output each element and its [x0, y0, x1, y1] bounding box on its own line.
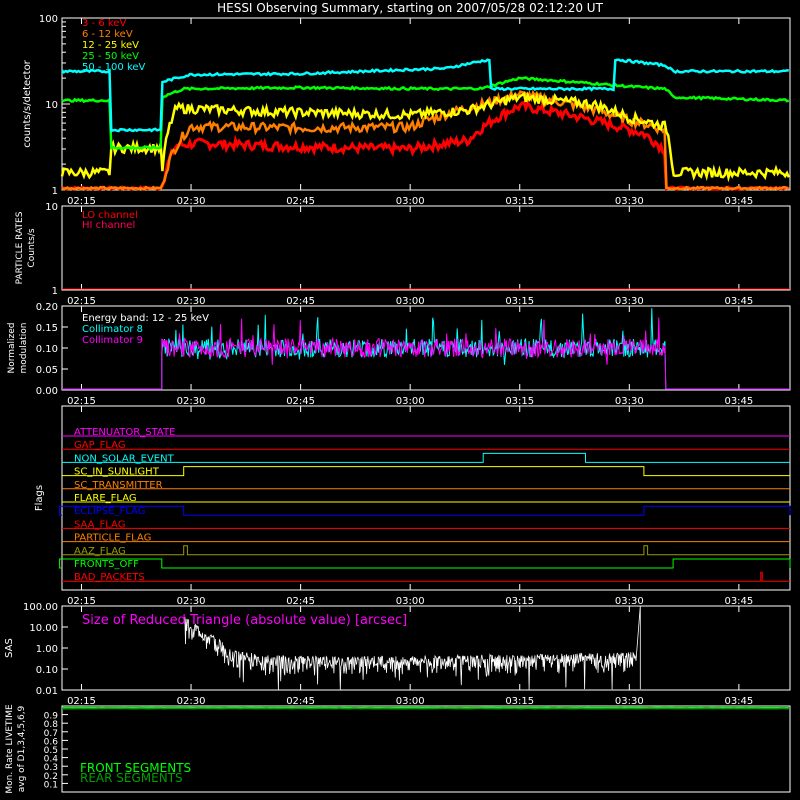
legend-entry: 12 - 25 keV [82, 40, 139, 51]
legend-entry: Collimator 8 [82, 324, 143, 335]
y-axis-label: avg of D1,3,4,5,6,9 [17, 705, 27, 792]
y-axis-label: Mon. Rate LIVETIME [5, 704, 15, 794]
x-tick-label: 02:15 [67, 396, 96, 407]
legend-entry: HI channel [82, 220, 135, 231]
y-tick-label: 0.10 [36, 665, 58, 676]
x-tick-label: 03:30 [615, 696, 644, 707]
y-tick-label: 0.01 [36, 686, 58, 697]
flag-label: PARTICLE_FLAG [74, 533, 151, 544]
y-tick-label: 10.00 [29, 623, 58, 634]
x-tick-label: 02:30 [177, 596, 206, 607]
flag-label: BAD_PACKETS [74, 572, 145, 583]
y-tick-label: 1 [52, 286, 58, 297]
x-tick-label: 03:00 [396, 396, 425, 407]
y-tick-label: 0.1 [44, 780, 58, 790]
x-tick-label: 02:30 [177, 296, 206, 307]
legend-entry: Collimator 9 [82, 335, 143, 346]
legend-entry: 50 - 100 keV [82, 62, 146, 73]
x-tick-label: 03:45 [724, 196, 753, 207]
x-tick-label: 03:15 [505, 696, 534, 707]
x-tick-label: 02:15 [67, 296, 96, 307]
y-axis-label: Flags [34, 485, 45, 511]
flag-label: NON_SOLAR_EVENT [74, 453, 175, 464]
flag-label: ECLIPSE_FLAG [74, 506, 145, 517]
x-tick-label: 03:00 [396, 696, 425, 707]
y-tick-label: 0.10 [36, 344, 58, 355]
y-tick-label: 10 [45, 202, 58, 213]
x-tick-label: 03:45 [724, 396, 753, 407]
y-axis-label: SAS [4, 638, 15, 658]
x-tick-label: 03:45 [724, 296, 753, 307]
x-tick-label: 03:15 [505, 596, 534, 607]
x-tick-label: 03:00 [396, 596, 425, 607]
x-tick-label: 02:30 [177, 196, 206, 207]
x-tick-label: 02:30 [177, 696, 206, 707]
x-tick-label: 02:45 [286, 396, 315, 407]
y-axis-label: modulation [19, 323, 29, 374]
y-tick-label: 0.15 [36, 323, 58, 334]
x-tick-label: 03:30 [615, 196, 644, 207]
y-axis-label: Normalized [7, 322, 17, 373]
x-tick-label: 03:30 [615, 596, 644, 607]
y-tick-label: 1.00 [36, 644, 58, 655]
x-tick-label: 02:15 [67, 696, 96, 707]
sas-annotation: Size of Reduced Triangle (absolute value… [82, 613, 407, 628]
flag-label: SC_IN_SUNLIGHT [74, 467, 160, 478]
x-tick-label: 02:30 [177, 396, 206, 407]
flag-label: ATTENUATOR_STATE [74, 427, 175, 438]
y-tick-label: 10 [45, 100, 58, 111]
y-tick-label: 0.00 [36, 386, 58, 397]
legend-entry: REAR SEGMENTS [80, 771, 183, 785]
flag-label: AAZ_FLAG [74, 546, 126, 557]
hessi-summary-figure: HESSI Observing Summary, starting on 200… [0, 0, 800, 800]
x-tick-label: 02:45 [286, 296, 315, 307]
legend-entry: 3 - 6 keV [82, 18, 126, 29]
y-tick-label: 0.20 [36, 302, 58, 313]
x-tick-label: 03:15 [505, 296, 534, 307]
y-axis-label: counts/s/detector [22, 59, 33, 147]
x-tick-label: 02:45 [286, 196, 315, 207]
x-tick-label: 03:15 [505, 396, 534, 407]
x-tick-label: 03:00 [396, 196, 425, 207]
flag-label: FRONTS_OFF [74, 559, 139, 570]
x-tick-label: 02:45 [286, 596, 315, 607]
y-axis-label: PARTICLE RATES [15, 211, 25, 284]
x-tick-label: 02:45 [286, 696, 315, 707]
legend-entry: 25 - 50 keV [82, 51, 139, 62]
flag-label: SC_TRANSMITTER [74, 480, 163, 491]
modulation-annotation: Energy band: 12 - 25 keV [82, 313, 209, 324]
x-tick-label: 03:45 [724, 696, 753, 707]
x-tick-label: 03:30 [615, 396, 644, 407]
y-tick-label: 100.00 [23, 602, 58, 613]
x-tick-label: 03:15 [505, 196, 534, 207]
figure-title: HESSI Observing Summary, starting on 200… [217, 1, 603, 15]
flag-label: FLARE_FLAG [74, 493, 137, 504]
x-tick-label: 03:00 [396, 296, 425, 307]
y-tick-label: 1 [52, 186, 58, 197]
x-tick-label: 03:45 [724, 596, 753, 607]
y-tick-label: 100 [39, 14, 58, 25]
flag-label: GAP_FLAG [74, 440, 126, 451]
y-tick-label: 0.05 [36, 365, 58, 376]
x-tick-label: 02:15 [67, 596, 96, 607]
flag-label: SAA_FLAG [74, 519, 125, 530]
y-axis-label: Counts/s [27, 228, 37, 267]
legend-entry: 6 - 12 keV [82, 29, 133, 40]
x-tick-label: 03:30 [615, 296, 644, 307]
x-tick-label: 02:15 [67, 196, 96, 207]
